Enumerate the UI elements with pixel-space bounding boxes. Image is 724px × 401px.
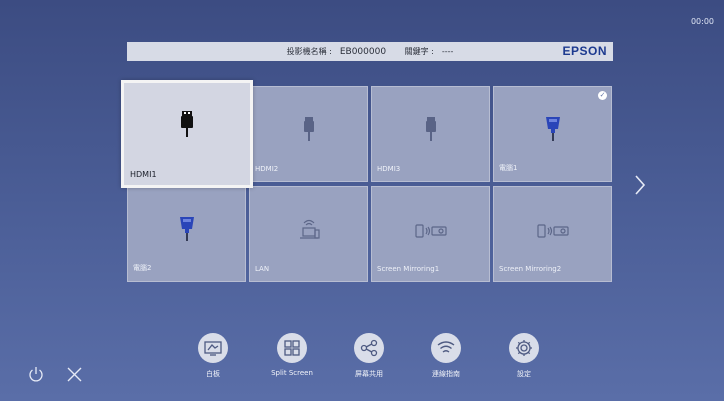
split-screen-icon — [277, 333, 307, 363]
keyword-label: 關鍵字 : — [404, 47, 434, 56]
source-tile-lan[interactable]: LAN — [249, 186, 368, 282]
settings-label: 設定 — [517, 370, 531, 378]
whiteboard-button[interactable]: 白板 — [183, 333, 243, 379]
source-label: 電腦1 — [499, 164, 518, 172]
source-tile-screen-mirroring2[interactable]: Screen Mirroring2 — [493, 186, 612, 282]
screen-share-label: 屏幕共用 — [355, 370, 383, 378]
vga-icon — [545, 117, 561, 145]
share-icon — [354, 333, 384, 363]
whiteboard-label: 白板 — [206, 370, 220, 378]
source-label: LAN — [255, 265, 270, 273]
chevron-right-icon[interactable] — [633, 174, 647, 196]
power-icon[interactable] — [28, 366, 44, 388]
source-label: HDMI3 — [377, 165, 401, 173]
split-screen-label: Split Screen — [271, 369, 313, 377]
lan-computer-icon — [296, 217, 322, 245]
keyword-value: ---- — [441, 47, 454, 56]
close-icon[interactable] — [66, 366, 83, 387]
whiteboard-icon — [198, 333, 228, 363]
source-tile-screen-mirroring1[interactable]: Screen Mirroring1 — [371, 186, 490, 282]
wifi-icon — [431, 333, 461, 363]
screen-mirroring-icon — [414, 223, 447, 242]
source-label: 電腦2 — [133, 264, 152, 272]
clock: 00:00 — [690, 17, 714, 26]
projector-name-label: 投影機名稱 : — [286, 47, 332, 56]
hdmi-icon — [425, 117, 437, 145]
settings-button[interactable]: 設定 — [494, 333, 554, 379]
connection-guide-button[interactable]: 連線指南 — [416, 333, 476, 379]
epson-logo: EPSON — [562, 44, 607, 58]
vga-icon — [179, 217, 195, 245]
projector-name-value: EB000000 — [339, 47, 387, 57]
hdmi-icon — [180, 111, 194, 141]
source-tile-hdmi2[interactable]: HDMI2 — [249, 86, 368, 182]
screen-share-button[interactable]: 屏幕共用 — [339, 333, 399, 379]
screen-mirroring-icon — [536, 223, 569, 242]
gear-icon — [509, 333, 539, 363]
source-label: HDMI1 — [130, 170, 157, 179]
source-grid: HDMI1 HDMI2 HDMI3 ✓ 電腦1 電腦2 LAN Screen M… — [121, 80, 613, 283]
check-icon: ✓ — [598, 91, 607, 100]
source-label: Screen Mirroring2 — [499, 265, 562, 273]
connection-guide-label: 連線指南 — [432, 370, 460, 378]
projector-info-bar: 投影機名稱 : EB000000 關鍵字 : ---- EPSON — [127, 42, 613, 61]
source-label: HDMI2 — [255, 165, 279, 173]
source-tile-computer1[interactable]: ✓ 電腦1 — [493, 86, 612, 182]
source-label: Screen Mirroring1 — [377, 265, 440, 273]
source-tile-computer2[interactable]: 電腦2 — [127, 186, 246, 282]
split-screen-button[interactable]: Split Screen — [262, 333, 322, 377]
source-tile-hdmi3[interactable]: HDMI3 — [371, 86, 490, 182]
source-tile-hdmi1[interactable]: HDMI1 — [121, 80, 253, 188]
hdmi-icon — [303, 117, 315, 145]
